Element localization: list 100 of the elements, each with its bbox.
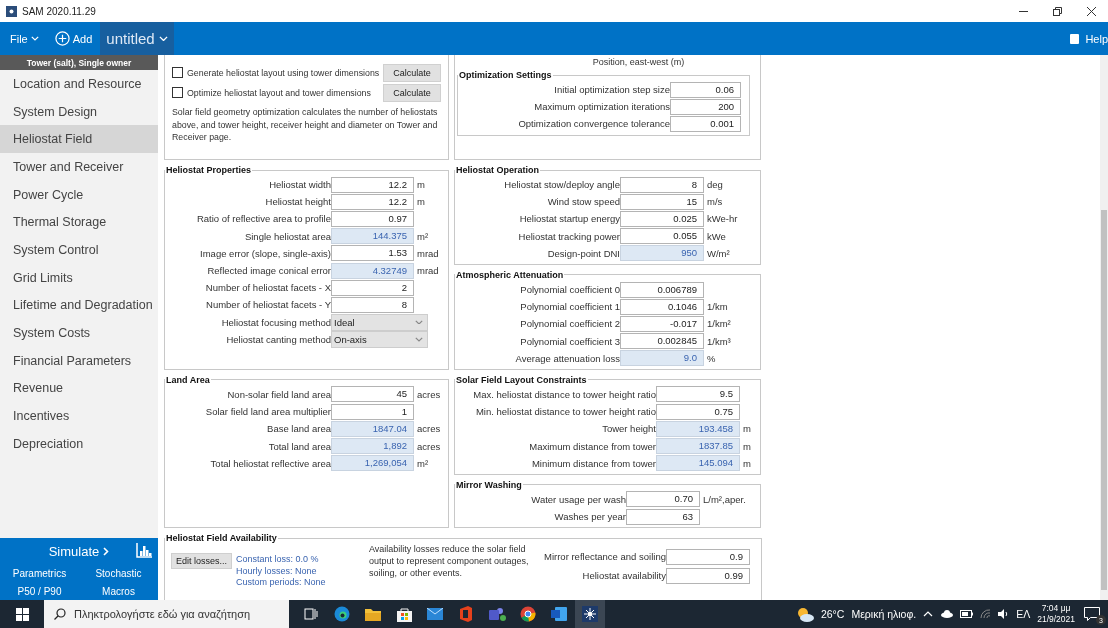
wifi-icon[interactable] [980,609,992,619]
sidebar-item[interactable]: Financial Parameters [0,346,158,375]
number-field[interactable]: 0.1046 [620,298,704,315]
sidebar-item[interactable]: Depreciation [0,429,158,458]
checkbox-label: Optimize heliostat layout and tower dimensions [187,87,372,98]
unit-label: m [742,440,752,452]
sidebar-item[interactable]: Revenue [0,374,158,403]
number-field[interactable]: 0.97 [331,210,414,227]
loss-summary-link[interactable]: Constant loss: 0.0 % [236,554,326,566]
clock[interactable]: 7:04 μμ 21/9/2021 [1037,603,1075,625]
panel-title: Atmospheric Attenuation [455,269,565,280]
number-field[interactable]: 15 [620,193,704,210]
temperature-text: 26°C [820,608,845,620]
sam-app-button[interactable] [575,600,605,628]
number-field[interactable]: 1.53 [331,245,414,262]
number-field[interactable]: 0.025 [620,210,704,227]
field-label: Polynomial coefficient 0 [519,284,620,296]
sidebar-item[interactable]: Location and Resource [0,70,158,98]
search-field[interactable]: Πληκτρολογήστε εδώ για αναζήτηση [44,600,289,628]
sidebar-item[interactable]: Heliostat Field [0,125,158,154]
unit-label: acres [416,388,440,400]
number-field[interactable]: 0.006789 [620,281,704,298]
field-label: Initial optimization step size [553,84,670,96]
field-label: Maximum distance from tower [528,440,656,452]
field-label: Heliostat tracking power [517,230,620,242]
number-field[interactable]: 1 [331,403,414,420]
number-field[interactable]: 0.055 [620,228,704,245]
office-icon [459,606,473,622]
calculate-button[interactable]: Calculate [383,83,441,102]
date-text: 21/9/2021 [1037,614,1075,625]
panel-title: Heliostat Field Availability [165,533,278,544]
unit-label: m [416,179,426,191]
number-field[interactable]: 0.001 [670,115,741,132]
cloud-icon[interactable] [940,610,954,618]
number-field[interactable]: 8 [331,296,414,313]
number-field[interactable]: 0.06 [670,81,741,98]
chevron-right-icon [103,546,110,556]
file-menu[interactable]: File [0,22,45,55]
field-label: Heliostat focusing method [220,316,331,328]
chevron-down-icon [415,319,423,325]
computed-value: 1,269,054 [331,455,414,472]
sidebar-item[interactable]: Thermal Storage [0,208,158,237]
panel-title: Heliostat Operation [455,165,540,175]
chevron-up-icon[interactable] [923,611,934,617]
search-placeholder: Πληκτρολογήστε εδώ για αναζήτηση [74,608,251,620]
sidebar-item[interactable]: Power Cycle [0,180,158,209]
simulate-option-link[interactable]: P50 / P90 [0,582,79,600]
shopping-bag-icon [396,606,412,622]
unit-label: m² [416,230,430,242]
number-field[interactable]: 0.002845 [620,333,704,350]
number-field[interactable]: 12.2 [331,176,414,193]
speaker-icon[interactable] [998,609,1010,619]
field-label: Wind stow speed [546,196,620,208]
case-tab[interactable]: untitled [100,22,174,55]
simulate-option-link[interactable]: Macros [79,582,158,600]
field-label: Polynomial coefficient 1 [519,301,620,313]
checkbox[interactable] [172,87,183,98]
scrollbar[interactable] [1100,55,1108,600]
edit-losses-button[interactable]: Edit losses... [171,553,233,570]
simulate-button[interactable]: Simulate [0,538,158,564]
number-field[interactable]: 0.70 [626,491,700,508]
checkbox[interactable] [172,67,183,78]
number-field[interactable]: 8 [620,176,704,193]
dropdown[interactable]: Ideal [331,313,428,331]
loss-summary-link[interactable]: Hourly losses: None [236,565,326,578]
sidebar-item[interactable]: Incentives [0,402,158,430]
number-field[interactable]: 200 [670,98,741,115]
sidebar-item[interactable]: System Costs [0,319,158,347]
sidebar-item[interactable]: System Control [0,236,158,264]
add-button[interactable]: Add [44,22,99,55]
unit-label: 1/km² [706,318,732,330]
simulate-option-link[interactable]: Parametrics [0,564,79,582]
panel-title: Optimization Settings [458,70,553,80]
unit-label: m [742,457,752,469]
field-label: Polynomial coefficient 2 [519,318,620,330]
field-label: Single heliostat area [243,230,331,242]
notification-icon[interactable] [1084,607,1100,621]
panel-title: Heliostat Properties [165,165,253,175]
scroll-thumb[interactable] [1101,210,1107,590]
sidebar-item[interactable]: System Design [0,97,158,126]
panel-title: Land Area [165,374,211,385]
calculate-button[interactable]: Calculate [383,63,441,82]
sidebar-item[interactable]: Grid Limits [0,263,158,292]
battery-icon[interactable] [960,610,974,618]
number-field[interactable]: 63 [626,508,700,525]
number-field[interactable]: 2 [331,279,414,296]
language-indicator[interactable]: ΕΛ [1016,608,1031,620]
number-field[interactable]: 0.75 [656,403,740,420]
number-field[interactable]: -0.017 [620,315,704,332]
simulate-option-link[interactable]: Stochastic [79,564,158,582]
sidebar-item[interactable]: Lifetime and Degradation [0,291,158,320]
number-field[interactable]: 0.99 [666,567,750,584]
help-button[interactable]: Help [1064,22,1108,55]
computed-value: 145.094 [656,455,740,472]
number-field[interactable]: 45 [331,386,414,403]
sidebar-item[interactable]: Tower and Receiver [0,153,158,181]
number-field[interactable]: 12.2 [331,193,414,210]
loss-summary-link[interactable]: Custom periods: None [236,577,326,589]
number-field[interactable]: 0.9 [666,548,750,565]
number-field[interactable]: 9.5 [656,386,740,403]
